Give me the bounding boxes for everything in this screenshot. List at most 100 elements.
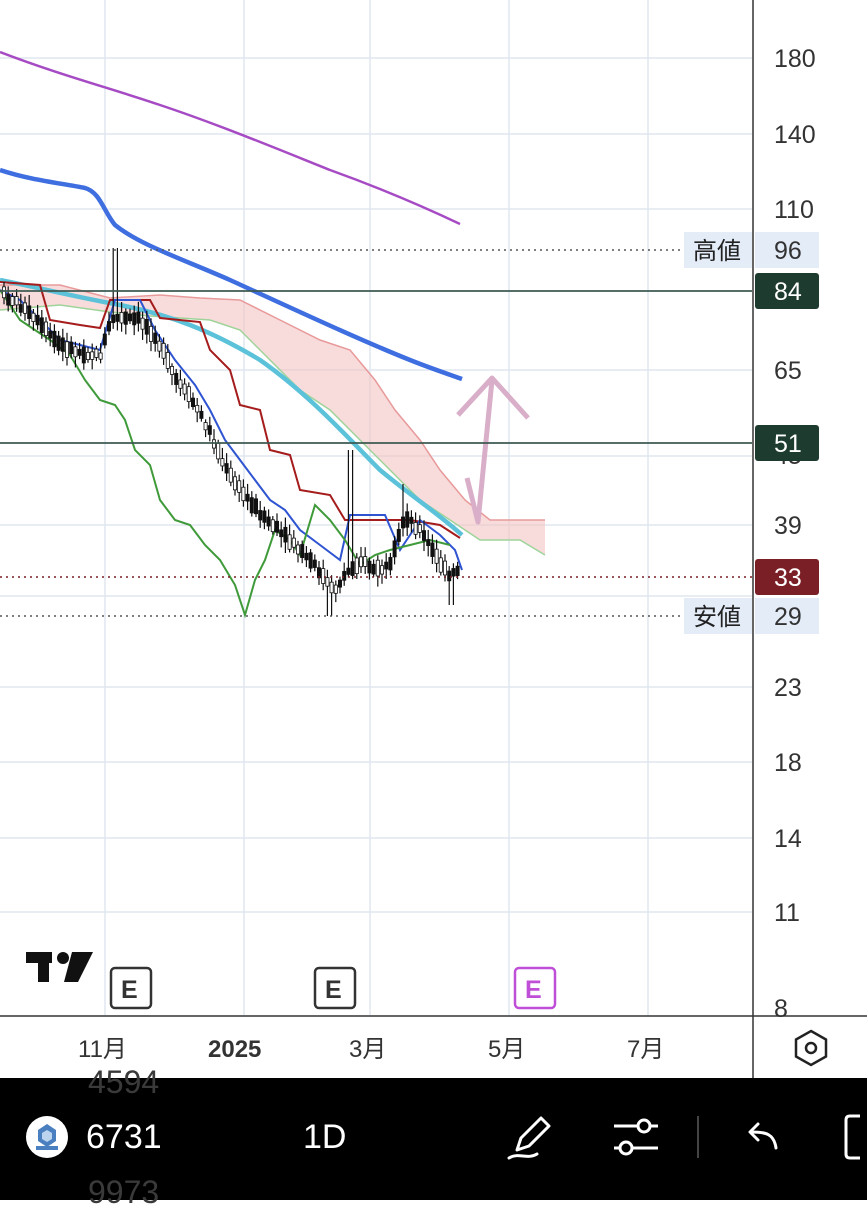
candle-body [220,458,225,467]
pen-icon[interactable] [505,1112,555,1162]
candle-body [18,304,23,313]
candle-body [325,577,330,587]
candle-body [237,480,242,493]
background-ghost-text: 4594 [88,1064,160,1100]
level-51-value: 51 [774,430,802,458]
candle-body [295,544,300,555]
candle-body [354,557,359,575]
candle-body [14,296,19,306]
x-tick-label: 5月 [488,1036,525,1063]
candle-body [346,567,351,575]
settings-icon[interactable] [794,1029,828,1067]
candle-body [392,540,397,558]
candle-body [199,410,204,419]
candle-body [232,476,237,491]
candle-body [430,542,435,557]
y-tick-label: 11 [774,899,800,927]
candle-body [321,568,326,584]
candle-body [123,311,128,325]
earnings-marker[interactable]: E [313,966,357,1010]
candle-body [81,346,86,364]
undo-icon[interactable] [744,1118,780,1154]
y-tick-label: 18 [774,749,802,777]
candle-body [266,516,271,527]
candle-body [363,556,368,567]
candle-body [379,565,384,575]
y-tick-label: 8 [774,995,788,1023]
svg-text:E: E [121,976,138,1004]
interval-button[interactable]: 1D [303,1118,346,1157]
candle-body [304,552,309,561]
y-tick-label: 110 [774,196,814,224]
symbol-button[interactable]: 6731 [86,1118,162,1157]
candle-body [73,346,78,358]
candle-body [287,534,292,550]
candle-body [178,379,183,389]
earnings-marker[interactable]: E [109,966,153,1010]
x-tick-label: 11月 [78,1036,127,1063]
candle-body [48,330,53,339]
candle-body [312,559,317,568]
y-tick-label: 14 [774,825,802,853]
y-tick-label: 65 [774,357,802,385]
candle-body [60,337,65,352]
candle-body [216,443,221,460]
candle-body [174,372,179,385]
candle-body [56,335,61,351]
x-tick-label: 3月 [349,1036,386,1063]
price-chart[interactable]: 180 140 110 65 45 39 23 18 14 11 8 高値 96… [0,0,867,1078]
symbol-logo-icon[interactable] [26,1116,68,1158]
candle-body [413,522,418,535]
low-value: 29 [774,603,802,631]
candle-body [65,341,70,358]
candle-body [384,561,389,570]
candle-body [270,519,275,533]
candle-body [136,311,141,324]
candle-body [426,539,431,546]
candle-body [342,571,347,581]
candle-body [69,341,74,355]
candle-body [77,348,82,356]
candle-body [447,570,452,582]
candle-body [102,333,107,346]
candle-body [367,560,372,574]
candle-body [86,351,91,361]
candle-body [283,526,288,543]
low-label: 安値 [693,604,741,631]
candle-body [375,559,380,577]
candle-body [253,498,258,515]
candle-body [161,342,166,359]
candle-body [245,493,250,502]
candle-body [195,404,200,413]
svg-text:E: E [525,976,542,1004]
candle-body [241,486,246,502]
candle-body [203,422,208,431]
y-tick-label: 39 [774,512,802,540]
candle-body [27,305,32,319]
indicator-settings-icon[interactable] [612,1114,660,1160]
high-label: 高値 [693,238,741,265]
toolbar-divider [697,1116,699,1158]
candle-body [190,397,195,408]
candle-body [35,314,40,326]
candle-body [300,544,305,558]
candle-body [31,312,36,322]
candle-body [165,352,170,369]
candle-body [442,560,447,576]
candle-body [157,340,162,352]
candle-body [405,511,410,528]
candle-body [337,579,342,588]
earnings-marker-upcoming[interactable]: E [513,966,557,1010]
fullscreen-icon[interactable] [842,1112,867,1162]
candle-body [329,581,334,594]
candle-body [119,312,124,324]
candle-body [186,386,191,403]
candle-body [98,352,103,360]
candle-body [258,510,263,521]
high-value: 96 [774,237,802,265]
candle-body [115,313,120,322]
candle-body [211,439,216,449]
candle-body [10,296,15,306]
candle-body [388,557,393,571]
candle-body [249,497,254,514]
